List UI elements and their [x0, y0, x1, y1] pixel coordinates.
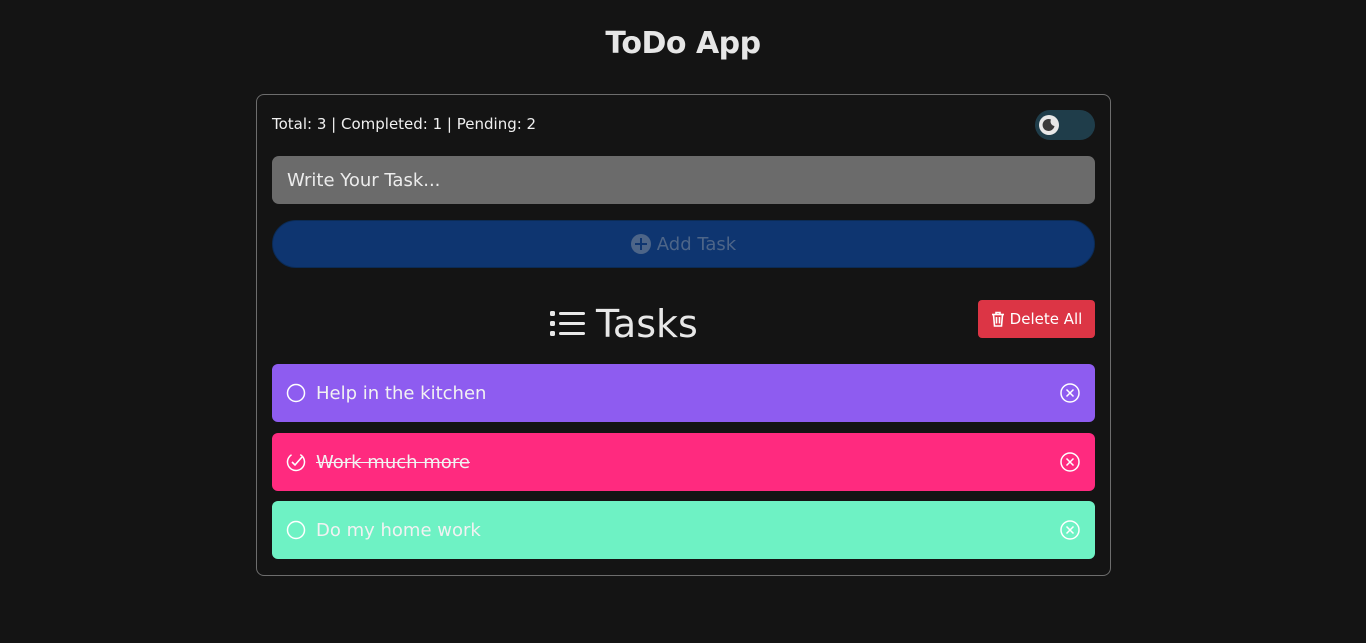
toggle-knob	[1039, 115, 1059, 135]
task-input[interactable]	[272, 156, 1095, 204]
circle-icon[interactable]	[286, 383, 306, 403]
task-item: Work much more	[272, 433, 1095, 491]
task-item: Do my home work	[272, 501, 1095, 559]
remove-task-icon[interactable]	[1059, 519, 1081, 541]
tasks-heading: Tasks	[550, 300, 698, 348]
remove-task-icon[interactable]	[1059, 451, 1081, 473]
page-title: ToDo App	[605, 26, 761, 61]
task-label: Do my home work	[316, 519, 481, 541]
plus-circle-icon	[630, 234, 651, 254]
circle-icon[interactable]	[286, 520, 306, 540]
task-item: Help in the kitchen	[272, 364, 1095, 422]
delete-all-button[interactable]: Delete All	[978, 300, 1095, 338]
task-stats: Total: 3 | Completed: 1 | Pending: 2	[272, 115, 537, 133]
trash-icon	[991, 311, 1004, 327]
theme-toggle[interactable]	[1035, 110, 1095, 140]
tasks-heading-label: Tasks	[596, 302, 698, 346]
check-circle-icon[interactable]	[286, 452, 306, 472]
todo-card: Total: 3 | Completed: 1 | Pending: 2 Add…	[256, 94, 1111, 576]
add-task-button[interactable]: Add Task	[272, 220, 1095, 268]
moon-icon	[1042, 118, 1055, 131]
add-task-label: Add Task	[656, 233, 737, 255]
task-label: Work much more	[316, 451, 470, 473]
remove-task-icon[interactable]	[1059, 382, 1081, 404]
delete-all-label: Delete All	[1009, 310, 1083, 328]
list-icon	[550, 311, 585, 336]
task-label: Help in the kitchen	[316, 382, 487, 404]
